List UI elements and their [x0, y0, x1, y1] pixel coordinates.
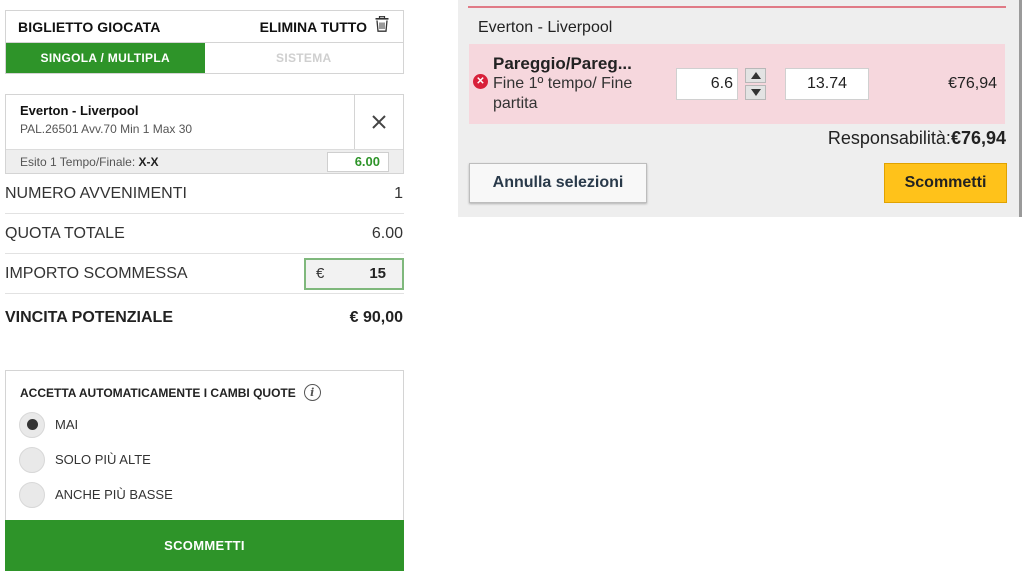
total-odds-value: 6.00 [371, 224, 403, 242]
liability-value: €76,94 [948, 75, 997, 92]
potential-win-row: VINCITA POTENZIALE € 90,00 [5, 294, 404, 342]
stake-input[interactable]: € 15 [304, 257, 404, 290]
potential-win-label: VINCITA POTENZIALE [5, 309, 173, 326]
option-mai-label: MAI [55, 417, 79, 432]
delete-all-label: ELIMINA TUTTO [259, 18, 367, 35]
option-anche-piu-basse-label: ANCHE PIÙ BASSE [55, 487, 173, 502]
close-icon [372, 115, 386, 129]
stake-label: IMPORTO SCOMMESSA [5, 264, 188, 282]
event-name: Everton - Liverpool [20, 103, 139, 118]
selection-card: Everton - Liverpool PAL.26501 Avv.70 Min… [5, 94, 404, 174]
events-count-row: NUMERO AVVENIMENTI 1 [5, 174, 404, 214]
selection-info: Everton - Liverpool PAL.26501 Avv.70 Min… [6, 95, 354, 149]
option-mai[interactable]: MAI [6, 407, 403, 442]
exchange-panel: Everton - Liverpool ✕ Pareggio/Pareg... … [458, 0, 1022, 217]
total-odds-row: QUOTA TOTALE 6.00 [5, 214, 404, 254]
auto-accept-card: ACCETTA AUTOMATICAMENTE I CAMBI QUOTE i … [5, 370, 404, 571]
stake-currency: € [316, 265, 325, 282]
events-count-label: NUMERO AVVENIMENTI [5, 184, 187, 202]
odds-input[interactable]: 6.6 [676, 68, 738, 100]
market-label: Esito 1 Tempo/Finale: [20, 154, 139, 169]
auto-accept-title-text: ACCETTA AUTOMATICAMENTE I CAMBI QUOTE [20, 385, 296, 400]
radio-anche-piu-basse[interactable] [19, 481, 45, 508]
market-text: Esito 1 Tempo/Finale: X-X [20, 155, 159, 169]
event-details: PAL.26501 Avv.70 Min 1 Max 30 [20, 122, 193, 136]
radio-selected-dot [26, 419, 38, 430]
cancel-selections-button[interactable]: Annulla selezioni [469, 163, 647, 203]
auto-accept-options: MAI SOLO PIÙ ALTE ANCHE PIÙ BASSE [6, 407, 403, 512]
spin-up-icon[interactable] [745, 68, 766, 83]
info-icon[interactable]: i [303, 384, 321, 401]
exchange-selection-row: ✕ Pareggio/Pareg... Fine 1º tempo/ Fine … [469, 44, 1005, 124]
radio-solo-piu-alte[interactable] [19, 446, 45, 473]
slip-title: BIGLIETTO GIOCATA [18, 18, 161, 35]
remove-circle-icon[interactable]: ✕ [473, 74, 488, 89]
responsibility-label: Responsabilità: [827, 128, 951, 148]
delete-all-button[interactable]: ELIMINA TUTTO [259, 15, 389, 37]
selection-subtitle: Fine 1º tempo/ Fine partita [493, 75, 633, 112]
stake-row: IMPORTO SCOMMESSA € 15 [5, 254, 404, 294]
events-count-value: 1 [394, 184, 403, 202]
tab-sistema[interactable]: SISTEMA [204, 43, 403, 73]
selection-market: Esito 1 Tempo/Finale: X-X 6.00 [6, 149, 403, 173]
responsibility-value: €76,94 [950, 128, 1006, 148]
radio-mai[interactable] [19, 411, 45, 438]
responsibility-total: Responsabilità:€76,94 [828, 128, 1006, 149]
slip-header: BIGLIETTO GIOCATA ELIMINA TUTTO [5, 10, 404, 42]
bet-slip: BIGLIETTO GIOCATA ELIMINA TUTTO SINGOLA … [5, 10, 404, 342]
option-anche-piu-basse[interactable]: ANCHE PIÙ BASSE [6, 477, 403, 512]
scrollbar[interactable] [1019, 0, 1022, 217]
option-solo-piu-alte-label: SOLO PIÙ ALTE [55, 452, 151, 467]
exchange-bet-button[interactable]: Scommetti [884, 163, 1007, 203]
option-solo-piu-alte[interactable]: SOLO PIÙ ALTE [6, 442, 403, 477]
tab-singola-multipla[interactable]: SINGOLA / MULTIPLA [6, 43, 205, 73]
odds-stepper [745, 68, 766, 100]
spin-down-icon[interactable] [745, 85, 766, 100]
stake-value: 15 [369, 265, 386, 282]
remove-selection-button[interactable] [354, 95, 403, 149]
market-value: X-X [138, 154, 159, 169]
panel-accent-line [468, 6, 1006, 8]
place-bet-button[interactable]: SCOMMETTI [5, 520, 404, 571]
bet-type-tabs: SINGOLA / MULTIPLA SISTEMA [5, 42, 404, 74]
stake-input-exchange[interactable]: 13.74 [785, 68, 869, 100]
trash-icon [375, 15, 389, 37]
potential-win-value: € 90,00 [349, 309, 403, 326]
auto-accept-title: ACCETTA AUTOMATICAMENTE I CAMBI QUOTE i [6, 371, 403, 401]
selection-odds: 6.00 [327, 151, 389, 172]
total-odds-label: QUOTA TOTALE [5, 224, 125, 242]
exchange-event-name: Everton - Liverpool [478, 19, 613, 36]
selection-title: Pareggio/Pareg... [493, 54, 632, 73]
selection-top: Everton - Liverpool PAL.26501 Avv.70 Min… [6, 95, 403, 149]
